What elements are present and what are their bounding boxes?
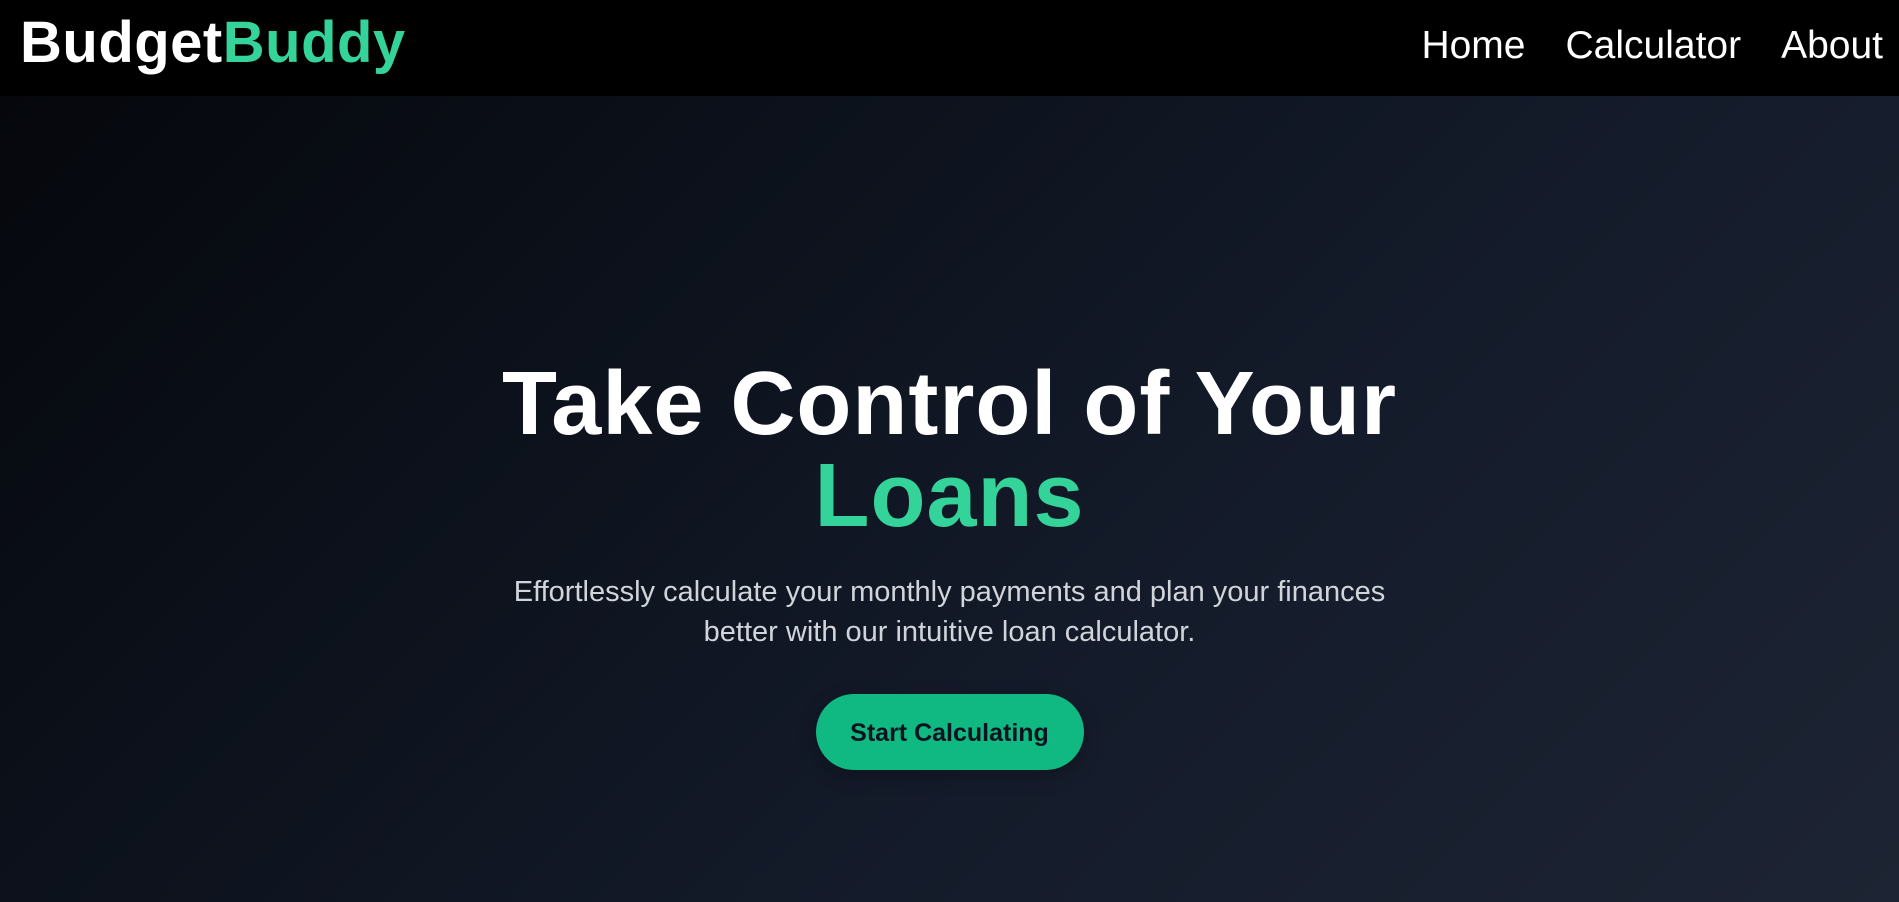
hero-section: Take Control of Your Loans Effortlessly … — [0, 96, 1899, 902]
hero-title: Take Control of Your Loans — [0, 358, 1899, 542]
start-calculating-button[interactable]: Start Calculating — [815, 694, 1084, 770]
nav-link-home[interactable]: Home — [1421, 26, 1525, 65]
hero-content: Take Control of Your Loans Effortlessly … — [0, 358, 1899, 770]
brand-text-primary: Budget — [20, 10, 223, 75]
brand-text-accent: Buddy — [222, 10, 406, 75]
top-navigation-bar: BudgetBuddy Home Calculator About — [0, 0, 1899, 96]
main-nav: Home Calculator About — [1421, 26, 1883, 65]
nav-link-about[interactable]: About — [1781, 26, 1883, 65]
hero-subtitle-line1: Effortlessly calculate your monthly paym… — [513, 576, 1386, 608]
hero-subtitle-line2: better with our intuitive loan calculato… — [703, 616, 1196, 648]
nav-link-calculator[interactable]: Calculator — [1566, 26, 1742, 65]
hero-title-accent: Loans — [814, 446, 1085, 546]
hero-title-line1: Take Control of Your — [501, 354, 1398, 454]
brand-logo[interactable]: BudgetBuddy — [20, 14, 406, 72]
hero-subtitle: Effortlessly calculate your monthly paym… — [490, 572, 1410, 652]
app-root: BudgetBuddy Home Calculator About Take C… — [0, 0, 1899, 902]
